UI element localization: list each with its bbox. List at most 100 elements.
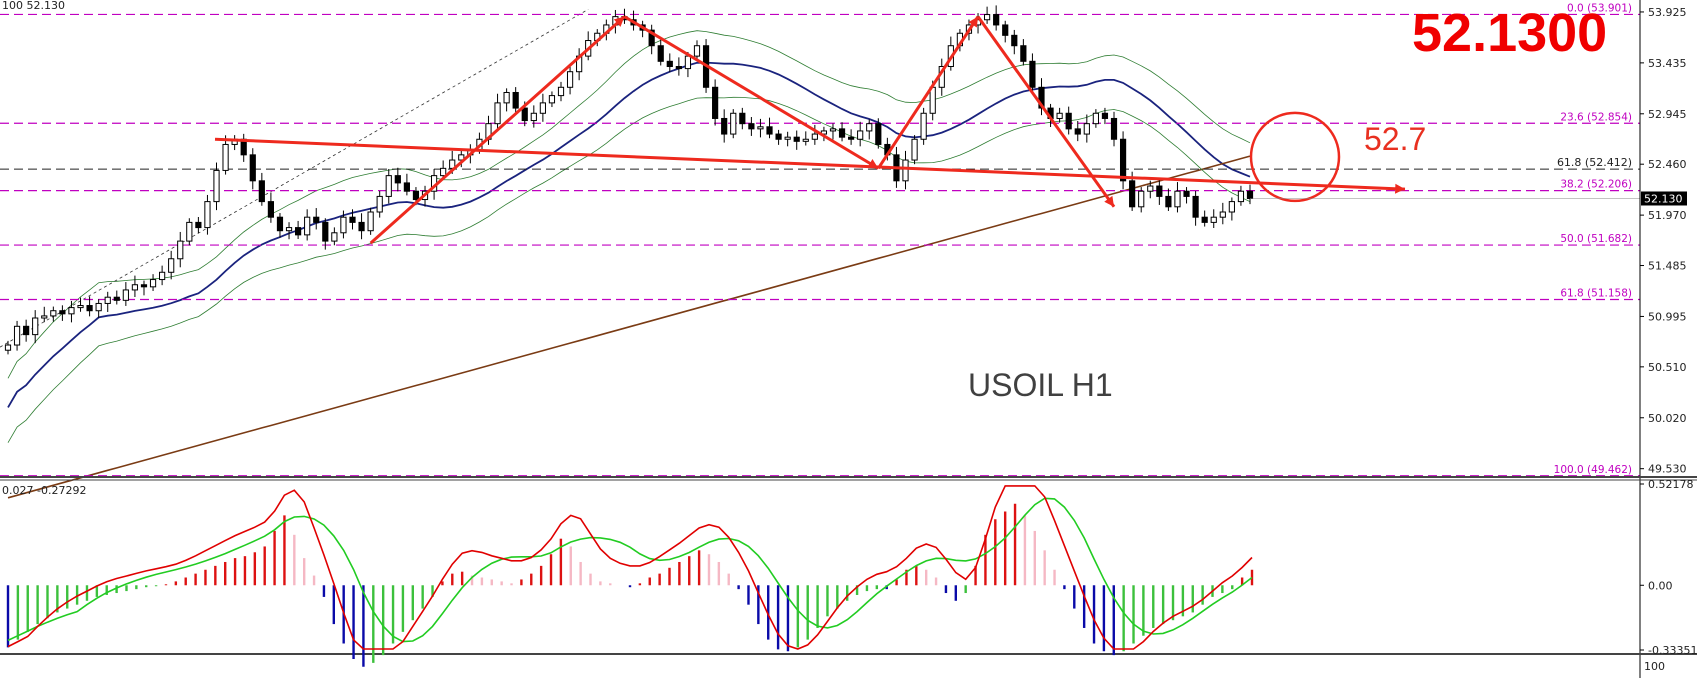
corner-price-label: 100 52.130 <box>2 0 65 12</box>
bullish-candle <box>1138 190 1145 208</box>
indicator-values-label: 0.027 -0.27292 <box>2 484 86 497</box>
bearish-candle <box>412 190 420 201</box>
bullish-candle <box>566 71 574 88</box>
bearish-candle <box>1101 112 1109 119</box>
bullish-candle <box>1092 112 1099 125</box>
price-tick-label: 53.925 <box>1648 6 1687 19</box>
bearish-candle <box>993 14 1000 26</box>
bullish-candle <box>548 95 556 104</box>
bearish-candle <box>59 310 66 315</box>
chart-labels: 100 52.130 52.1300 52.7 USOIL H1 0.027 -… <box>2 0 1607 497</box>
fib-level-label: 61.8 (51.158) <box>1560 288 1632 300</box>
bearish-candle <box>748 123 755 130</box>
bearish-candle <box>23 325 30 336</box>
bullish-candle <box>186 221 193 242</box>
bearish-candle <box>1192 195 1199 218</box>
bearish-candle <box>86 305 93 312</box>
bullish-candle <box>539 102 546 114</box>
bullish-candle <box>304 216 311 236</box>
bearish-candle <box>675 66 682 70</box>
bearish-candle <box>1011 34 1018 47</box>
fib-level-label: 23.6 (52.854) <box>1560 111 1632 123</box>
bullish-candle <box>340 216 347 234</box>
bullish-candle <box>802 138 809 142</box>
bearish-candle <box>775 133 782 140</box>
bearish-candle <box>838 128 846 138</box>
bullish-candle <box>131 284 139 291</box>
bearish-candle <box>349 216 356 223</box>
target-price-label: 52.7 <box>1364 121 1426 157</box>
current-price-tag-label: 52.130 <box>1644 192 1683 205</box>
bearish-candle <box>113 296 120 301</box>
fib-level-label: 38.2 (52.206) <box>1560 179 1632 191</box>
bullish-candle <box>866 123 873 132</box>
bullish-candle <box>920 112 927 140</box>
moving-average-slow <box>7 155 1251 499</box>
bullish-candle <box>440 167 447 177</box>
bearish-candle <box>267 201 275 218</box>
bearish-candle <box>1002 24 1009 36</box>
bearish-candle <box>875 123 882 145</box>
black-level-label: 61.8 (52.412) <box>1557 156 1632 169</box>
bullish-candle <box>1083 123 1090 135</box>
zigzag-trend-segment <box>623 15 880 170</box>
bearish-candle <box>1119 138 1127 182</box>
indicator-tick-label: -0.33351 <box>1648 644 1697 657</box>
bullish-candle <box>367 211 374 232</box>
bearish-candle <box>1074 128 1081 135</box>
price-tick-label: 53.435 <box>1648 57 1687 70</box>
bearish-candle <box>313 216 320 223</box>
bullish-candle <box>1228 201 1235 213</box>
bullish-candle <box>757 126 764 130</box>
bearish-candle <box>1110 117 1118 140</box>
bullish-candle <box>494 102 501 125</box>
bullish-candle <box>41 315 48 319</box>
bullish-candle <box>177 240 184 260</box>
main-price-pane <box>0 9 1251 499</box>
price-tick-label: 49.530 <box>1648 463 1687 476</box>
price-tick-label: 52.460 <box>1648 158 1687 171</box>
bearish-candle <box>1156 185 1163 197</box>
bullish-candle <box>557 86 565 97</box>
moving-average-fast <box>7 61 1251 408</box>
bearish-candle <box>766 126 773 135</box>
bullish-candle <box>4 344 12 351</box>
target-circle-icon <box>1249 111 1341 203</box>
bearish-candle <box>1201 216 1208 223</box>
price-tick-label: 52.945 <box>1648 108 1687 121</box>
instrument-timeframe-label: USOIL H1 <box>968 367 1113 403</box>
bearish-candle <box>249 154 256 182</box>
bullish-candle <box>829 128 837 132</box>
bullish-candle <box>95 302 102 312</box>
bearish-candle <box>358 221 365 232</box>
bearish-candle <box>295 227 302 236</box>
bearish-candle <box>521 107 528 122</box>
bullish-candle <box>285 227 293 232</box>
price-tick-label: 50.020 <box>1648 412 1687 425</box>
bearish-candle <box>140 284 148 288</box>
current-price-headline: 52.1300 <box>1412 3 1607 63</box>
neckline-line <box>214 137 1406 191</box>
bullish-candle <box>331 232 338 242</box>
bullish-candle <box>1056 112 1063 119</box>
bullish-candle <box>13 325 21 346</box>
bullish-candle <box>902 159 909 182</box>
bullish-candle <box>911 138 918 161</box>
bearish-candle <box>1065 112 1072 130</box>
bearish-candle <box>712 86 719 119</box>
bullish-candle <box>104 296 111 304</box>
bearish-candle <box>1029 60 1036 88</box>
indicator-tick-label: 0.52178 <box>1648 478 1694 491</box>
bearish-candle <box>657 45 664 62</box>
bearish-candle <box>258 180 265 203</box>
indicator-tick-label: 0.00 <box>1648 579 1673 592</box>
price-tick-label: 50.510 <box>1648 361 1687 374</box>
bullish-candle <box>693 45 701 57</box>
zigzag-trend-segment <box>976 15 1116 208</box>
bullish-candle <box>1237 190 1245 203</box>
bullish-candle <box>222 143 229 171</box>
fib-level-label: 50.0 (51.682) <box>1560 233 1632 245</box>
bullish-candle <box>77 305 84 309</box>
dotted-trend-channel <box>0 9 589 348</box>
bullish-candle <box>784 136 791 140</box>
